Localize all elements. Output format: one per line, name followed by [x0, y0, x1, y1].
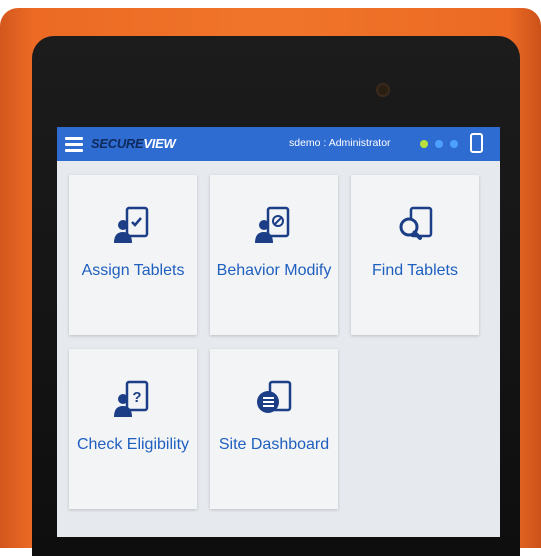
- site-dashboard-label: Site Dashboard: [218, 436, 330, 453]
- status-dot-green: [420, 140, 428, 148]
- behavior-modify-icon: [255, 206, 290, 243]
- status-dot-blue-1: [435, 140, 443, 148]
- check-eligibility-label: Check Eligibility: [76, 436, 190, 453]
- status-dot-blue-2: [450, 140, 458, 148]
- find-tablets-icon: [399, 206, 433, 240]
- app-screen: SECUREVIEW sdemo : Administrator Assign …: [57, 127, 500, 537]
- find-tablets-tile[interactable]: Find Tablets: [351, 175, 479, 335]
- top-bar: SECUREVIEW sdemo : Administrator: [57, 127, 500, 161]
- svg-text:?: ?: [132, 389, 141, 406]
- check-eligibility-icon: ?: [114, 380, 149, 417]
- find-tablets-label: Find Tablets: [372, 262, 458, 279]
- site-dashboard-icon: [257, 380, 292, 413]
- behavior-modify-tile[interactable]: Behavior Modify: [210, 175, 338, 335]
- behavior-modify-label: Behavior Modify: [216, 262, 332, 279]
- site-dashboard-tile[interactable]: Site Dashboard: [210, 349, 338, 509]
- hamburger-menu-icon[interactable]: [65, 137, 83, 152]
- assign-tablets-tile[interactable]: Assign Tablets: [69, 175, 197, 335]
- camera-lens: [378, 85, 388, 95]
- user-role-label: sdemo : Administrator: [289, 137, 391, 149]
- tablet-device-icon[interactable]: [470, 133, 483, 153]
- assign-tablets-icon: [114, 206, 149, 243]
- check-eligibility-tile[interactable]: ? Check Eligibility: [69, 349, 197, 509]
- logo-secure-text: SECURE: [91, 136, 144, 151]
- app-logo: SECUREVIEW: [91, 136, 176, 151]
- logo-view-text: VIEW: [143, 136, 176, 151]
- assign-tablets-label: Assign Tablets: [81, 262, 185, 279]
